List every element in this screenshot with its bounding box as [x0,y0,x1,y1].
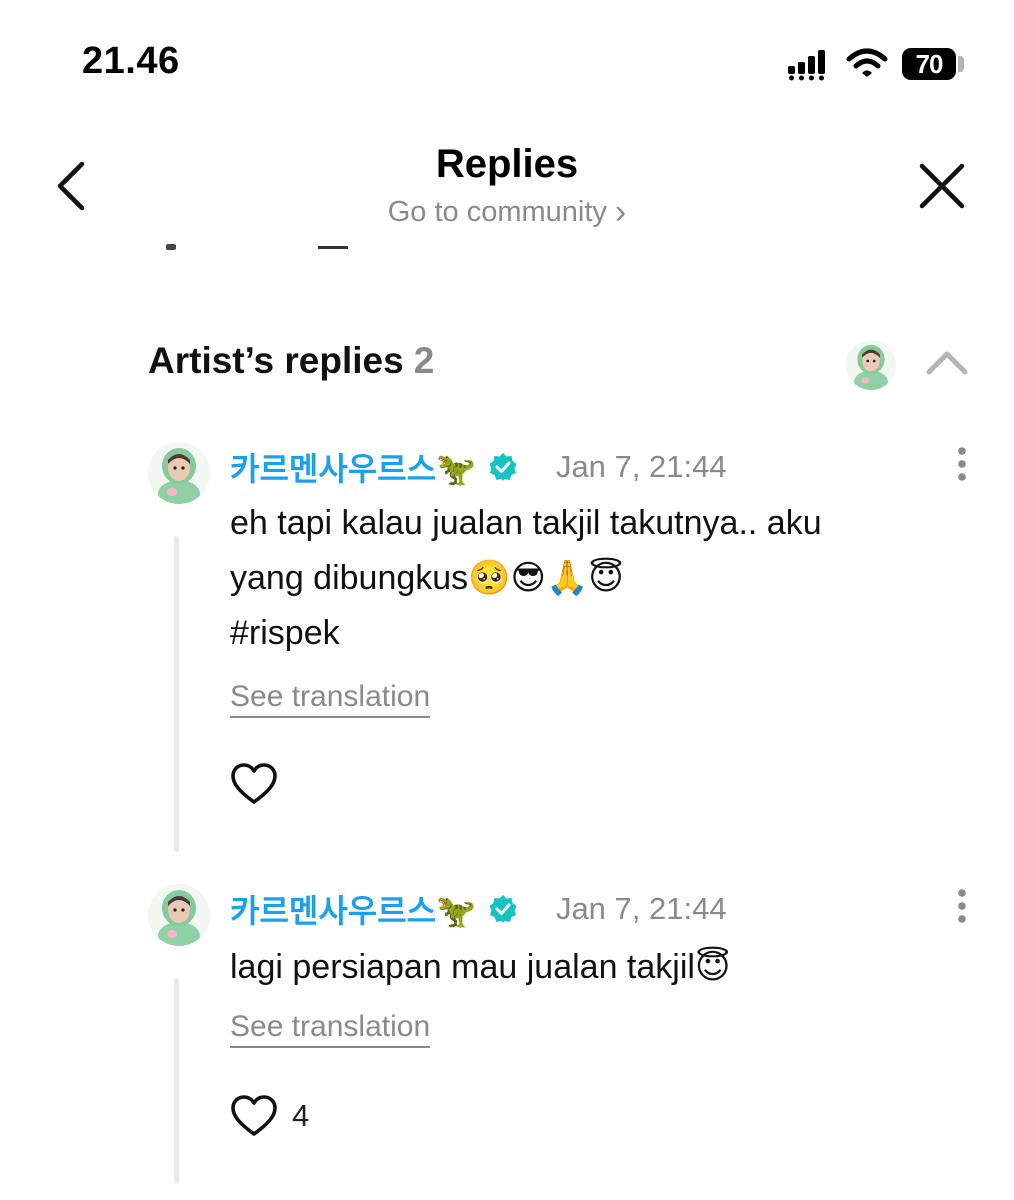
see-translation-link[interactable]: See translation [230,680,431,718]
status-time: 21.46 [82,40,180,82]
go-to-community-link[interactable]: Go to community › [0,193,1014,231]
reply-text-line: yang dibungkus🥺😎🙏😇 [230,559,624,597]
reply-avatar[interactable] [148,884,210,946]
more-options-icon[interactable] [955,444,969,484]
reply-text-line: #rispek [230,614,340,652]
reply-username[interactable]: 카르멘사우르스🦖 Jan 7, 21:44 [230,886,727,932]
heart-icon[interactable] [230,1094,278,1138]
username-label: 카르멘사우르스🦖 [230,893,476,929]
section-title: Artist’s replies 2 [148,340,434,382]
thread-line [174,536,179,852]
chevron-up-icon[interactable] [924,346,970,378]
card-text-fragment [166,244,176,250]
verified-badge-icon [489,453,517,481]
reply-timestamp: Jan 7, 21:44 [555,891,727,926]
battery-tip [958,56,964,72]
reply-text-line: lagi persiapan mau jualan takjil😇 [230,948,731,986]
section-count: 2 [413,340,435,381]
wifi-icon [846,48,888,77]
card-text-fragment [318,246,348,249]
avatar-image [148,442,210,504]
section-title-label: Artist’s replies [148,340,404,381]
username-label: 카르멘사우르스🦖 [230,451,476,487]
reply-text-line: eh tapi kalau jualan takjil takutnya.. a… [230,504,822,542]
reply-body: lagi persiapan mau jualan takjil😇 [230,940,950,995]
signal-icon [788,50,825,81]
more-options-icon[interactable] [955,886,969,926]
like-count: 4 [292,1098,310,1133]
see-translation-link[interactable]: See translation [230,1010,431,1048]
battery-icon: 70 [902,48,956,80]
reply-avatar[interactable] [148,442,210,504]
heart-icon[interactable] [230,762,278,806]
avatar-image [846,340,896,390]
artist-avatar[interactable] [846,340,896,390]
chevron-right-icon: › [614,193,627,231]
page-title: Replies [435,142,579,186]
close-button[interactable] [916,160,968,212]
avatar-image [148,884,210,946]
go-to-community-label: Go to community [387,196,607,228]
reply-timestamp: Jan 7, 21:44 [555,449,727,484]
verified-badge-icon [489,895,517,923]
reply-body: eh tapi kalau jualan takjil takutnya.. a… [230,496,950,661]
thread-line [174,978,179,1184]
reply-username[interactable]: 카르멘사우르스🦖 Jan 7, 21:44 [230,444,727,490]
